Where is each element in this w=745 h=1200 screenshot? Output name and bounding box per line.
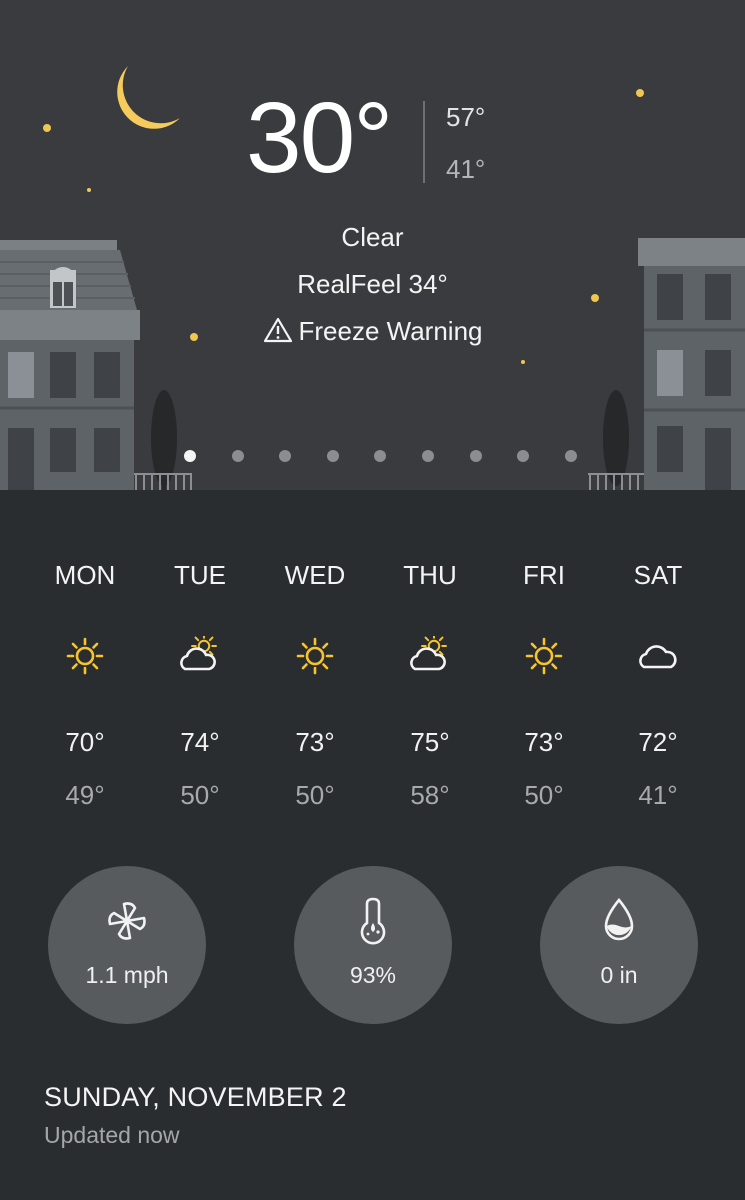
page-dot[interactable] xyxy=(231,450,244,462)
forecast-day-name: TUE xyxy=(174,560,226,590)
page-dot[interactable] xyxy=(422,450,434,462)
tree xyxy=(603,390,629,486)
forecast-high: 73° xyxy=(524,727,564,757)
page-dot[interactable] xyxy=(469,450,482,462)
forecast-high: 72° xyxy=(638,727,678,757)
current-condition: Clear xyxy=(341,222,404,252)
forecast-day-name: SAT xyxy=(633,560,683,590)
precipitation-value: 0 in xyxy=(600,962,638,988)
humidity-icon xyxy=(360,897,386,945)
today-high: 57° xyxy=(446,102,486,132)
page-dot[interactable] xyxy=(564,450,577,462)
forecast-day-name: WED xyxy=(284,560,346,590)
warning-icon xyxy=(263,317,292,343)
current-temperature: 30° xyxy=(246,82,393,194)
forecast-low: 50° xyxy=(295,780,335,810)
humidity-value: 93% xyxy=(349,962,397,988)
forecast-low: 50° xyxy=(180,780,220,810)
forecast-high: 75° xyxy=(410,727,450,757)
forecast-day-name: FRI xyxy=(523,560,565,590)
forecast-date: SUNDAY, NOVEMBER 2 xyxy=(44,1082,347,1112)
page-dot[interactable] xyxy=(326,450,339,462)
forecast-low: 49° xyxy=(65,780,105,810)
wind-icon xyxy=(108,902,146,940)
forecast-low: 50° xyxy=(524,780,564,810)
star xyxy=(87,188,91,192)
moon-icon xyxy=(117,66,180,129)
sun-icon xyxy=(296,637,334,675)
forecast-low: 58° xyxy=(410,780,450,810)
forecast-day-name: MON xyxy=(54,560,116,590)
forecast-day-name: THU xyxy=(403,560,457,590)
high-low-divider xyxy=(423,101,425,183)
page-dot[interactable] xyxy=(279,450,292,462)
night-scene-header: 30° 57° 41° Clear RealFeel 34° Freeze Wa… xyxy=(0,0,745,490)
page-dot[interactable] xyxy=(517,450,530,462)
forecast-high: 73° xyxy=(295,727,335,757)
precipitation-stat[interactable]: 0 in xyxy=(540,866,698,1024)
star xyxy=(43,124,51,132)
weather-alert-label: Freeze Warning xyxy=(298,316,483,346)
page-dot[interactable] xyxy=(184,450,196,462)
partly-cloudy-icon xyxy=(410,636,447,671)
star xyxy=(521,360,525,364)
forecast-high: 74° xyxy=(180,727,220,757)
weather-alert[interactable]: Freeze Warning xyxy=(0,316,745,347)
wind-speed-value: 1.1 mph xyxy=(85,962,169,988)
sun-icon xyxy=(525,637,563,675)
realfeel-temperature: RealFeel 34° xyxy=(297,269,448,299)
humidity-stat[interactable]: 93% xyxy=(294,866,452,1024)
sun-icon xyxy=(66,637,104,675)
page-dot[interactable] xyxy=(374,450,387,462)
page-indicator[interactable] xyxy=(0,450,745,464)
wind-stat[interactable]: 1.1 mph xyxy=(48,866,206,1024)
cloud-icon xyxy=(639,645,677,669)
forecast-high: 70° xyxy=(65,727,105,757)
today-low: 41° xyxy=(446,154,486,184)
star xyxy=(636,89,644,97)
partly-cloudy-icon xyxy=(180,636,217,671)
precipitation-icon xyxy=(604,897,634,941)
forecast-low: 41° xyxy=(638,780,678,810)
last-updated: Updated now xyxy=(44,1122,180,1148)
